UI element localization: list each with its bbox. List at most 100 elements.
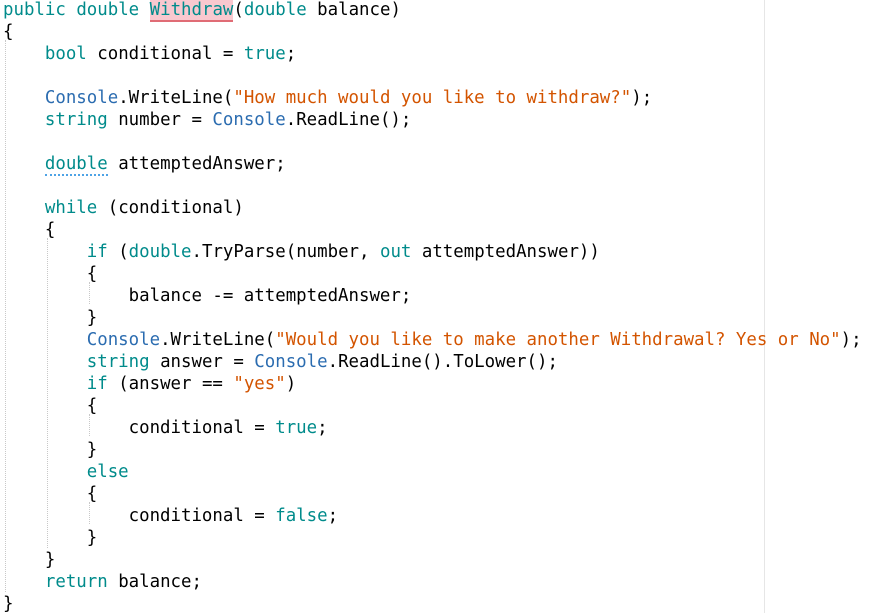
code-token: conditional =: [3, 418, 276, 438]
code-token: else: [86, 462, 129, 482]
code-token: string: [86, 352, 150, 372]
code-token: "Would you like to make another Withdraw…: [275, 330, 841, 350]
code-line[interactable]: return balance;: [3, 571, 202, 593]
code-token: "yes": [233, 374, 286, 394]
code-line[interactable]: string answer = Console.ReadLine().ToLow…: [3, 351, 558, 373]
code-token: Console: [44, 88, 119, 108]
code-token: balance -= attemptedAnswer;: [3, 286, 412, 306]
code-line[interactable]: }: [3, 307, 97, 329]
code-token: attemptedAnswer)): [411, 242, 600, 262]
code-token: .TryParse(number,: [191, 242, 380, 262]
code-token: if: [86, 242, 108, 262]
code-token: (: [107, 242, 129, 262]
code-token: (answer ==: [107, 374, 234, 394]
code-token: {: [3, 396, 98, 416]
code-token: .WriteLine(: [118, 88, 234, 108]
code-token: true: [275, 418, 318, 438]
code-line[interactable]: }: [3, 439, 97, 461]
code-token: true: [243, 44, 286, 64]
code-line[interactable]: conditional = true;: [3, 417, 328, 439]
code-token: }: [3, 594, 14, 614]
code-token: if: [86, 374, 108, 394]
code-token: }: [3, 550, 56, 570]
code-line[interactable]: {: [3, 219, 55, 241]
code-token: (: [233, 0, 244, 20]
code-line[interactable]: else: [3, 461, 129, 483]
code-token-squiggle: double: [44, 154, 108, 176]
editor-right-margin-rule: [764, 0, 765, 613]
code-token: false: [275, 506, 328, 526]
code-token: double: [243, 0, 307, 20]
code-token: );: [840, 330, 862, 350]
code-token: (conditional): [97, 198, 244, 218]
code-line[interactable]: public double Withdraw(double balance): [3, 0, 401, 22]
code-token: bool: [44, 44, 87, 64]
code-line[interactable]: balance -= attemptedAnswer;: [3, 285, 412, 307]
code-token: answer =: [149, 352, 255, 372]
code-token: {: [3, 22, 14, 42]
code-token: {: [3, 264, 98, 284]
code-line[interactable]: double attemptedAnswer;: [3, 153, 286, 176]
code-token: double: [128, 242, 192, 262]
code-editor[interactable]: public double Withdraw(double balance){ …: [0, 0, 874, 615]
code-token: ;: [327, 506, 339, 526]
code-token: attemptedAnswer;: [107, 154, 286, 174]
code-token: }: [3, 308, 98, 328]
code-token: string: [44, 110, 108, 130]
code-token: conditional =: [86, 44, 244, 64]
code-token: balance): [306, 0, 401, 20]
code-token: return: [44, 572, 108, 592]
code-token: number =: [107, 110, 213, 130]
code-line[interactable]: }: [3, 593, 13, 615]
code-token: ): [285, 374, 297, 394]
code-line[interactable]: conditional = false;: [3, 505, 338, 527]
code-token: }: [3, 528, 98, 548]
code-line[interactable]: if (answer == "yes"): [3, 373, 296, 395]
code-line[interactable]: {: [3, 395, 97, 417]
code-line[interactable]: {: [3, 483, 97, 505]
code-line[interactable]: bool conditional = true;: [3, 43, 296, 65]
code-token: double: [76, 0, 140, 20]
code-token: ;: [285, 44, 297, 64]
code-line[interactable]: if (double.TryParse(number, out attempte…: [3, 241, 600, 263]
code-token: Console: [212, 110, 286, 130]
code-token: .ReadLine().ToLower();: [327, 352, 558, 372]
code-token: while: [44, 198, 98, 218]
code-token: ;: [317, 418, 328, 438]
code-token: .WriteLine(: [160, 330, 276, 350]
code-token: "How much would you like to withdraw?": [233, 88, 632, 108]
code-token: );: [631, 88, 653, 108]
code-line[interactable]: }: [3, 549, 55, 571]
code-token: Console: [86, 330, 161, 350]
code-token: conditional =: [3, 506, 276, 526]
code-token: out: [379, 242, 412, 262]
code-line[interactable]: while (conditional): [3, 197, 244, 219]
code-token: {: [3, 220, 56, 240]
code-line[interactable]: string number = Console.ReadLine();: [3, 109, 411, 131]
code-token-error: Withdraw: [149, 0, 234, 22]
code-line[interactable]: Console.WriteLine("How much would you li…: [3, 87, 652, 109]
code-token: public: [3, 0, 66, 20]
code-line[interactable]: }: [3, 527, 97, 549]
code-line[interactable]: Console.WriteLine("Would you like to mak…: [3, 329, 862, 351]
code-token: balance;: [107, 572, 202, 592]
code-token: Console: [254, 352, 328, 372]
code-line[interactable]: {: [3, 263, 97, 285]
code-line[interactable]: {: [3, 21, 13, 43]
code-token: }: [3, 440, 98, 460]
code-token: .ReadLine();: [285, 110, 412, 130]
code-token: {: [3, 484, 98, 504]
